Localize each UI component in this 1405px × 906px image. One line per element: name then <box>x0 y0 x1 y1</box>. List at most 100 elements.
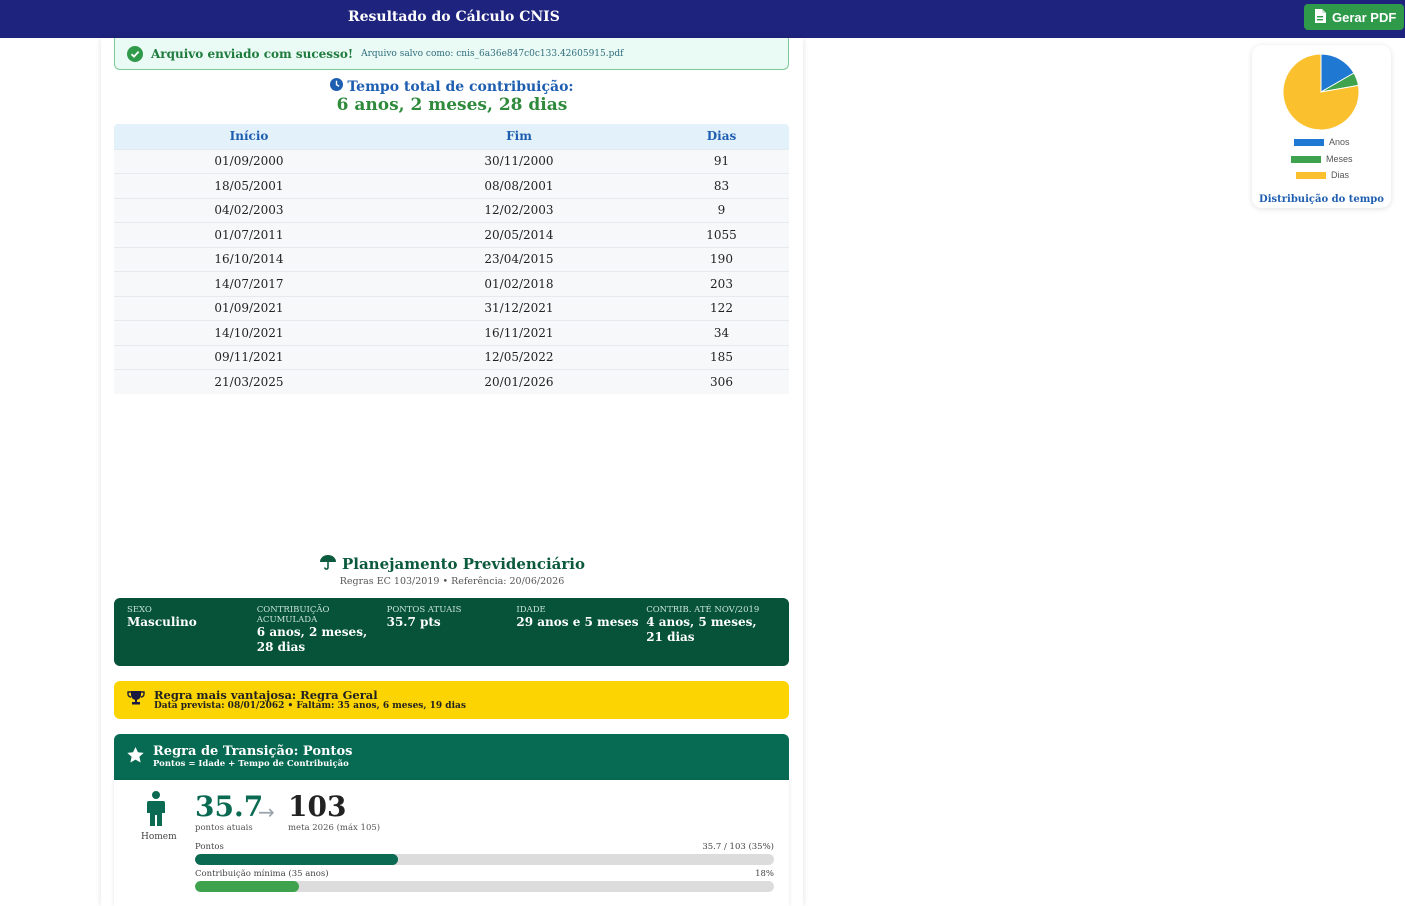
cell-end: 20/01/2026 <box>384 369 654 394</box>
table-row: 09/11/2021 12/05/2022 185 <box>114 344 789 370</box>
cell-days: 185 <box>654 344 789 370</box>
table-row: 16/10/2014 23/04/2015 190 <box>114 246 789 272</box>
cell-start: 09/11/2021 <box>114 344 384 370</box>
pdf-file-icon <box>1314 8 1326 26</box>
time-distribution-pie <box>1282 53 1360 131</box>
cell-start: 04/02/2003 <box>114 197 384 223</box>
cell-days: 9 <box>654 197 789 223</box>
table-row: 04/02/2003 12/02/2003 9 <box>114 197 789 223</box>
person-label: Homem <box>141 832 177 842</box>
summary-sex: SEXO Masculino <box>127 605 257 659</box>
clock-icon <box>330 78 344 95</box>
generate-pdf-button[interactable]: Gerar PDF <box>1304 4 1404 30</box>
summary-value: 4 anos, 5 meses, 21 dias <box>646 615 757 644</box>
cell-start: 01/09/2021 <box>114 295 384 321</box>
column-header-days: Dias <box>654 124 789 149</box>
periods-table: Início Fim Dias 01/09/2000 30/11/2000 91 1… <box>114 124 789 394</box>
cell-start: 14/10/2021 <box>114 320 384 345</box>
legend-swatch <box>1296 171 1326 179</box>
cell-end: 31/12/2021 <box>384 295 654 321</box>
cell-days: 34 <box>654 320 789 345</box>
umbrella-icon <box>319 554 337 574</box>
planning-heading: Planejamento Previdenciário <box>101 554 803 574</box>
points-progress-bar <box>195 854 774 865</box>
min-contribution-bar-value: 18% <box>755 869 774 879</box>
planning-subtitle: Regras EC 103/2019 • Referência: 20/06/2… <box>339 576 565 587</box>
top-bar: Resultado do Cálculo CNIS Gerar PDF <box>0 0 1405 38</box>
success-message: Arquivo enviado com sucesso! <box>151 46 354 61</box>
min-contribution-bar-label: Contribuição mínima (35 anos) <box>195 869 329 879</box>
table-row: 21/03/2025 20/01/2026 306 <box>114 369 789 394</box>
cell-days: 91 <box>654 148 789 174</box>
cell-days: 306 <box>654 369 789 394</box>
summary-contrib-nov2019: CONTRIB. ATÉ NOV/2019 4 anos, 5 meses, 2… <box>646 605 776 659</box>
points-bar-value: 35.7 / 103 (35%) <box>702 842 774 852</box>
cell-end: 20/05/2014 <box>384 222 654 247</box>
chart-title: Distribuição do tempo <box>1259 194 1384 205</box>
summary-label: CONTRIB. ATÉ NOV/2019 <box>646 605 760 615</box>
table-row: 14/10/2021 16/11/2021 34 <box>114 320 789 345</box>
min-contribution-progress-fill <box>195 881 300 892</box>
cell-end: 12/02/2003 <box>384 197 654 223</box>
cell-end: 12/05/2022 <box>384 344 654 370</box>
total-time-value: 6 anos, 2 meses, 28 dias <box>336 95 568 115</box>
cell-days: 1055 <box>654 222 789 247</box>
planning-title: Planejamento Previdenciário <box>341 555 585 573</box>
arrow-right-icon: → <box>258 800 275 824</box>
transition-rule-title: Regra de Transição: Pontos <box>153 744 353 759</box>
cell-end: 01/02/2018 <box>384 271 654 296</box>
summary-points: PONTOS ATUAIS 35.7 pts <box>387 605 517 659</box>
best-rule-title: Regra mais vantajosa: Regra Geral <box>154 687 378 702</box>
current-points: 35.7 <box>195 790 264 823</box>
summary-label: CONTRIBUIÇÃO ACUMULADA <box>256 605 330 625</box>
min-contribution-progress-bar <box>195 881 774 892</box>
star-icon <box>127 747 144 767</box>
table-row: 01/07/2011 20/05/2014 1055 <box>114 222 789 247</box>
legend-item-days: Dias <box>1296 170 1349 180</box>
summary-value: 35.7 pts <box>386 615 441 629</box>
cell-start: 01/07/2011 <box>114 222 384 247</box>
cell-start: 01/09/2000 <box>114 148 384 174</box>
summary-label: SEXO <box>127 605 152 615</box>
generate-pdf-label: Gerar PDF <box>1332 9 1397 25</box>
goal-points-label: meta 2026 (máx 105) <box>288 823 381 833</box>
total-time-heading: Tempo total de contribuição: <box>101 78 803 95</box>
legend-label: Anos <box>1329 137 1350 147</box>
cell-days: 122 <box>654 295 789 321</box>
table-row: 14/07/2017 01/02/2018 203 <box>114 271 789 296</box>
total-time-label: Tempo total de contribuição: <box>347 78 574 95</box>
cell-end: 30/11/2000 <box>384 148 654 174</box>
success-alert: Arquivo enviado com sucesso! Arquivo sal… <box>114 38 789 70</box>
table-row: 01/09/2000 30/11/2000 91 <box>114 148 789 174</box>
column-header-end: Fim <box>384 124 654 149</box>
person-block: Homem <box>141 791 177 842</box>
legend-item-years: Anos <box>1294 137 1350 147</box>
summary-age: IDADE 29 anos e 5 meses <box>516 605 646 659</box>
summary-value: 29 anos e 5 meses <box>516 615 639 629</box>
cell-end: 23/04/2015 <box>384 246 654 272</box>
table-row: 18/05/2001 08/08/2001 83 <box>114 173 789 198</box>
check-circle-icon <box>127 45 143 62</box>
legend-item-months: Meses <box>1291 154 1353 164</box>
summary-contribution: CONTRIBUIÇÃO ACUMULADA 6 anos, 2 meses, … <box>257 605 387 659</box>
summary-value: Masculino <box>127 615 197 629</box>
legend-swatch <box>1291 155 1321 163</box>
points-bar-label: Pontos <box>195 842 224 852</box>
cell-start: 21/03/2025 <box>114 369 384 394</box>
cell-end: 08/08/2001 <box>384 173 654 198</box>
legend-label: Dias <box>1331 170 1350 180</box>
cell-start: 18/05/2001 <box>114 173 384 198</box>
cell-days: 83 <box>654 173 789 198</box>
summary-label: IDADE <box>516 605 546 615</box>
transition-rule-header: Regra de Transição: Pontos Pontos = Idad… <box>114 734 789 780</box>
cell-start: 14/07/2017 <box>114 271 384 296</box>
cell-end: 16/11/2021 <box>384 320 654 345</box>
saved-file-name: Arquivo salvo como: cnis_6a36e847c0c133.… <box>361 48 624 59</box>
best-rule-banner: Regra mais vantajosa: Regra Geral Data p… <box>114 681 789 719</box>
page-title: Resultado do Cálculo CNIS <box>348 9 560 25</box>
time-distribution-card: Anos Meses Dias Distribuição do tempo <box>1252 45 1391 208</box>
cell-days: 190 <box>654 246 789 272</box>
legend-swatch <box>1294 138 1324 146</box>
column-header-start: Início <box>114 124 384 149</box>
best-rule-detail: Data prevista: 08/01/2062 • Faltam: 35 a… <box>154 700 466 711</box>
